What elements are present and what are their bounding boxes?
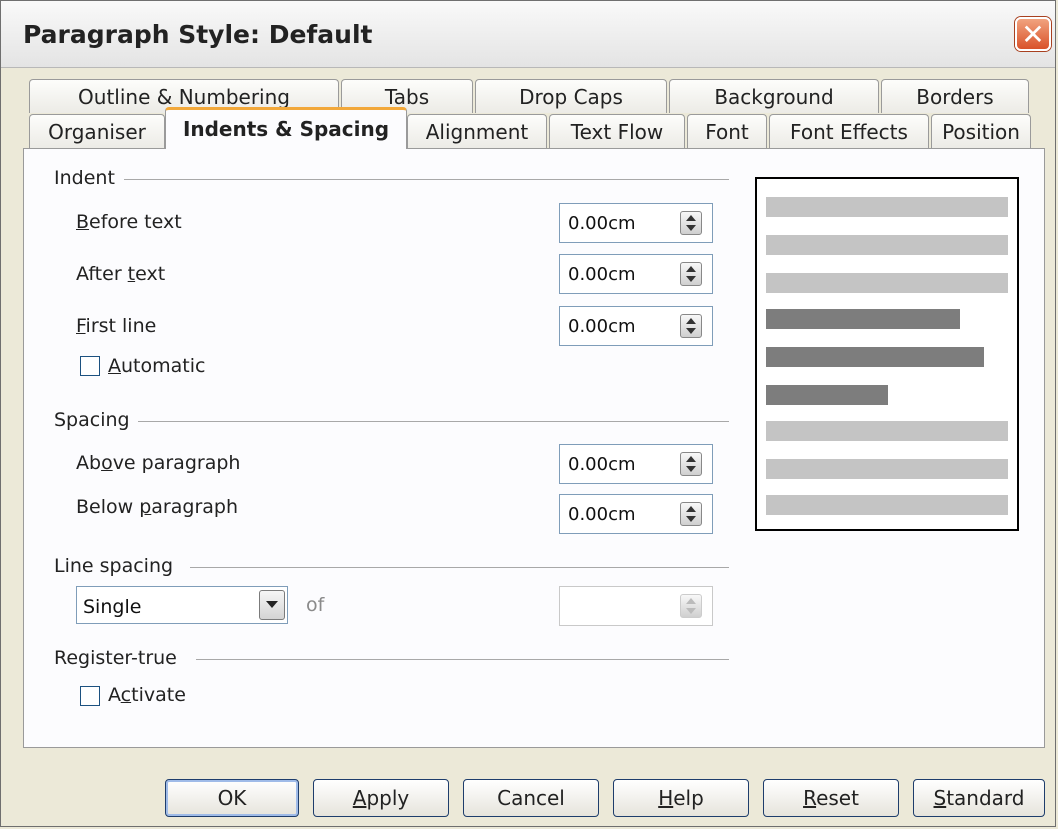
- preview-line: [766, 459, 1008, 479]
- before-text-label: Before text: [76, 211, 182, 233]
- tab-background[interactable]: Background: [669, 79, 879, 113]
- before-text-spinner[interactable]: 0.00cm: [559, 203, 713, 243]
- activate-label: Activate: [108, 684, 186, 706]
- paragraph-style-dialog: Paragraph Style: Default ✕ Outline & Num…: [0, 0, 1056, 827]
- dialog-title: Paragraph Style: Default: [23, 20, 373, 49]
- ok-button[interactable]: OK: [165, 779, 299, 817]
- below-paragraph-spinner[interactable]: 0.00cm: [559, 494, 713, 534]
- above-paragraph-spinner[interactable]: 0.00cm: [559, 444, 713, 484]
- tab-font[interactable]: Font: [687, 114, 767, 148]
- close-icon[interactable]: ✕: [1015, 17, 1051, 51]
- preview-line: [766, 197, 1008, 217]
- spacing-divider: [138, 421, 729, 422]
- below-paragraph-value[interactable]: 0.00cm: [568, 504, 636, 525]
- line-spacing-selected[interactable]: Single: [83, 596, 141, 618]
- preview-line-current: [766, 309, 960, 329]
- below-paragraph-label: Below paragraph: [76, 496, 238, 518]
- tab-position[interactable]: Position: [931, 114, 1031, 148]
- line-spacing-heading: Line spacing: [54, 555, 174, 577]
- first-line-spinner[interactable]: 0.00cm: [559, 306, 713, 346]
- tab-organiser[interactable]: Organiser: [29, 114, 165, 148]
- spin-arrows-icon[interactable]: [680, 452, 702, 476]
- preview-line: [766, 273, 1008, 293]
- spin-arrows-icon[interactable]: [680, 262, 702, 286]
- spin-arrows-icon[interactable]: [680, 211, 702, 235]
- spin-arrows-icon[interactable]: [680, 314, 702, 338]
- above-paragraph-value[interactable]: 0.00cm: [568, 454, 636, 475]
- cancel-button[interactable]: Cancel: [463, 779, 599, 817]
- spacing-heading: Spacing: [54, 409, 130, 431]
- after-text-value[interactable]: 0.00cm: [568, 264, 636, 285]
- indent-divider: [124, 179, 729, 180]
- tab-text-flow[interactable]: Text Flow: [549, 114, 685, 148]
- of-label: of: [306, 594, 325, 616]
- automatic-label: Automatic: [108, 355, 206, 377]
- automatic-checkbox[interactable]: [80, 356, 100, 376]
- tab-drop-caps[interactable]: Drop Caps: [475, 79, 667, 113]
- tab-alignment[interactable]: Alignment: [407, 114, 547, 148]
- before-text-value[interactable]: 0.00cm: [568, 213, 636, 234]
- spin-arrows-icon[interactable]: [680, 502, 702, 526]
- indent-heading: Indent: [54, 167, 115, 189]
- spin-arrows-icon: [680, 594, 702, 618]
- after-text-label: After text: [76, 263, 166, 285]
- preview-line: [766, 235, 1008, 255]
- indents-spacing-panel: Indent Before text 0.00cm After text 0.0…: [23, 148, 1045, 748]
- reset-button[interactable]: Reset: [763, 779, 899, 817]
- line-spacing-value-spinner: [559, 586, 713, 626]
- after-text-spinner[interactable]: 0.00cm: [559, 254, 713, 294]
- tab-indents-spacing[interactable]: Indents & Spacing: [165, 107, 407, 149]
- title-bar[interactable]: Paragraph Style: Default ✕: [1, 1, 1055, 68]
- tab-borders[interactable]: Borders: [881, 79, 1029, 113]
- first-line-label: First line: [76, 315, 157, 337]
- apply-button[interactable]: Apply: [313, 779, 449, 817]
- line-spacing-divider: [190, 567, 729, 568]
- first-line-value[interactable]: 0.00cm: [568, 316, 636, 337]
- help-button[interactable]: Help: [613, 779, 749, 817]
- preview-line-current: [766, 347, 984, 367]
- above-paragraph-label: Above paragraph: [76, 452, 241, 474]
- standard-button[interactable]: Standard: [913, 779, 1045, 817]
- register-true-divider: [196, 659, 729, 660]
- tab-font-effects[interactable]: Font Effects: [769, 114, 929, 148]
- paragraph-preview: [755, 177, 1019, 531]
- line-spacing-select[interactable]: Single: [76, 586, 288, 624]
- activate-checkbox[interactable]: [80, 686, 100, 706]
- preview-line: [766, 421, 1008, 441]
- register-true-heading: Register-true: [54, 647, 177, 669]
- preview-line: [766, 495, 1008, 515]
- chevron-down-icon[interactable]: [259, 590, 285, 620]
- preview-line-current: [766, 385, 888, 405]
